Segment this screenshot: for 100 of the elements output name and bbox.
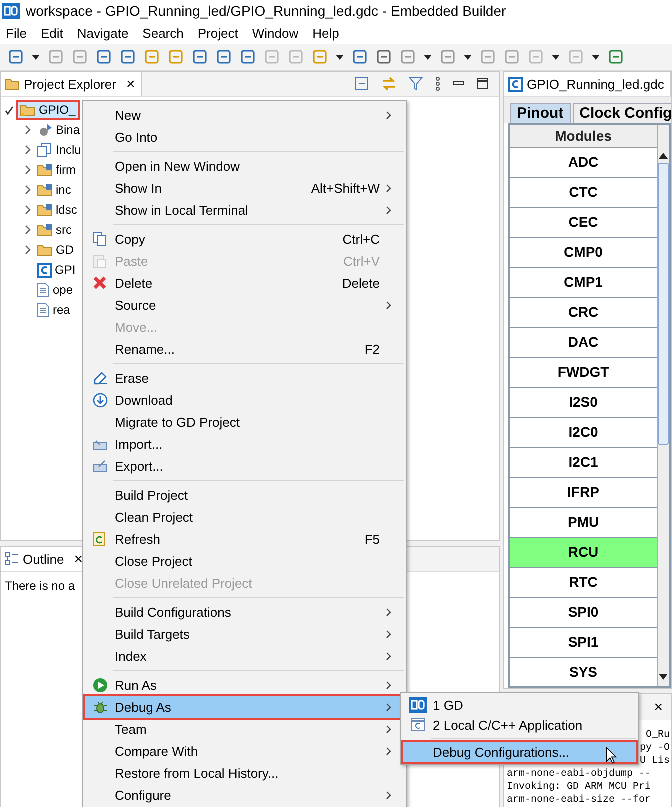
tree-item[interactable]: GPI [35, 262, 78, 278]
checkmark-icon[interactable] [5, 106, 14, 114]
eraser-icon [92, 371, 108, 385]
tree-item[interactable]: ldsc [35, 202, 80, 218]
source-folder-icon [37, 223, 53, 237]
console-line: arm-none-eabi-objdump -- [507, 769, 652, 780]
source-folder-icon [37, 183, 53, 197]
chevron-right-icon[interactable] [25, 225, 32, 235]
scrollbar[interactable] [657, 125, 669, 686]
menu-item[interactable]: Show In Alt+Shift+W [85, 177, 404, 199]
menu-item[interactable]: Build Targets [85, 623, 404, 645]
play-icon [92, 678, 108, 692]
menu-item[interactable]: Configure [85, 784, 404, 806]
tree-item[interactable]: Bina [35, 122, 82, 138]
caret-icon[interactable] [32, 54, 40, 60]
menu-item[interactable]: Index [85, 645, 404, 667]
menu-item[interactable]: Team [85, 718, 404, 740]
menu-item[interactable]: New [85, 104, 404, 126]
tree-item[interactable]: ope [35, 282, 76, 298]
tree-item[interactable]: GD [35, 242, 76, 258]
menu-item[interactable]: Rename... F2 [85, 338, 404, 360]
close-icon [93, 276, 107, 290]
caret-icon[interactable] [464, 54, 472, 60]
menu-item[interactable]: 1 GD [403, 695, 636, 715]
menu-item[interactable]: Copy Ctrl+C [85, 228, 404, 250]
menu-item[interactable]: Build Configurations [85, 601, 404, 623]
collapse-icon[interactable] [355, 77, 369, 91]
more-icon[interactable] [435, 77, 441, 91]
caret-icon[interactable] [424, 54, 432, 60]
editor-tab[interactable]: Clock Config [572, 103, 671, 123]
chevron-right-icon[interactable] [25, 205, 32, 215]
scroll-down-icon[interactable] [659, 674, 668, 680]
view-tab[interactable]: Project Explorer × [1, 72, 142, 96]
outline-icon [5, 552, 19, 566]
menu-item[interactable]: 2 Local C/C++ Application [403, 715, 636, 735]
menu-item[interactable]: Export... [85, 455, 404, 477]
project-folder-icon [20, 103, 36, 117]
includes-icon [37, 142, 53, 158]
chevron-right-icon[interactable] [25, 145, 32, 155]
console-line: arm-none-eabi-size --for [507, 795, 652, 806]
menu-item[interactable]: Edit [40, 26, 64, 40]
menu-item[interactable]: Source [85, 294, 404, 316]
menu-item[interactable]: Erase [85, 367, 404, 389]
menu-item[interactable]: Open in New Window [85, 155, 404, 177]
menu-item[interactable]: Delete Delete [85, 272, 404, 294]
c-file-icon [37, 262, 52, 278]
filter-icon[interactable] [409, 77, 423, 91]
menu-item[interactable]: File [6, 26, 27, 40]
mouse-pointer-icon [605, 747, 618, 764]
menu-item[interactable]: Show in Local Terminal [85, 199, 404, 221]
menu-item[interactable]: Compare With [85, 740, 404, 762]
editor-tab[interactable]: GPIO_Running_led.gdc [504, 72, 671, 96]
bug-icon [92, 700, 108, 714]
menu-item[interactable]: Build Project [85, 484, 404, 506]
tree-item[interactable]: firm [35, 162, 78, 178]
tree-item[interactable]: src [35, 222, 74, 238]
menu-item[interactable]: Restore from Local History... [85, 762, 404, 784]
menu-item[interactable]: Refresh F5 [85, 528, 404, 550]
menu-item[interactable]: Run As [85, 674, 404, 696]
chevron-right-icon[interactable] [25, 245, 32, 255]
caret-icon[interactable] [552, 54, 560, 60]
menu-item[interactable]: Go Into [85, 126, 404, 148]
menu-item[interactable]: Window [252, 26, 299, 40]
editor-tab[interactable]: Pinout [510, 103, 571, 123]
menu-item[interactable]: Download [85, 389, 404, 411]
folder-icon [37, 243, 53, 257]
close-icon[interactable]: × [126, 76, 136, 92]
folder-icon [5, 78, 20, 90]
chevron-right-icon[interactable] [25, 165, 32, 175]
module-row[interactable]: RCU [510, 538, 657, 568]
menu-item[interactable]: Project [198, 26, 238, 40]
empty-message: There is no a [5, 579, 76, 593]
console-line: U Lis [640, 756, 670, 767]
tree-item[interactable]: rea [35, 302, 72, 318]
export-icon [92, 459, 108, 473]
menu-item[interactable]: Search [142, 26, 184, 40]
scroll-up-icon[interactable] [659, 153, 668, 159]
column-header: Modules [510, 125, 657, 148]
tree-item[interactable]: inc [35, 182, 74, 198]
console-line: Invoking: GD ARM MCU Pri [507, 782, 652, 793]
caret-icon[interactable] [336, 54, 344, 60]
menu-item[interactable]: Clean Project [85, 506, 404, 528]
menu-item[interactable]: Import... [85, 433, 404, 455]
tree-item[interactable]: Inclu [35, 142, 84, 158]
c-file-icon [508, 76, 523, 92]
copy-icon [93, 232, 107, 246]
scrollbar-thumb[interactable] [658, 163, 669, 445]
app-logo-icon [409, 697, 427, 713]
source-folder-icon [37, 203, 53, 217]
menu-item[interactable]: Migrate to GD Project [85, 411, 404, 433]
menu-item[interactable]: Navigate [77, 26, 129, 40]
chevron-right-icon[interactable] [25, 125, 32, 135]
close-icon[interactable]: × [654, 698, 663, 716]
chevron-right-icon[interactable] [25, 185, 32, 195]
menu-item[interactable]: Debug Configurations... [403, 742, 636, 762]
maximize-icon[interactable] [477, 78, 489, 90]
tree-item[interactable]: GPIO_ [18, 102, 78, 118]
menu-item[interactable]: Help [312, 26, 340, 40]
close-icon[interactable]: × [74, 550, 83, 568]
caret-icon[interactable] [592, 54, 600, 60]
